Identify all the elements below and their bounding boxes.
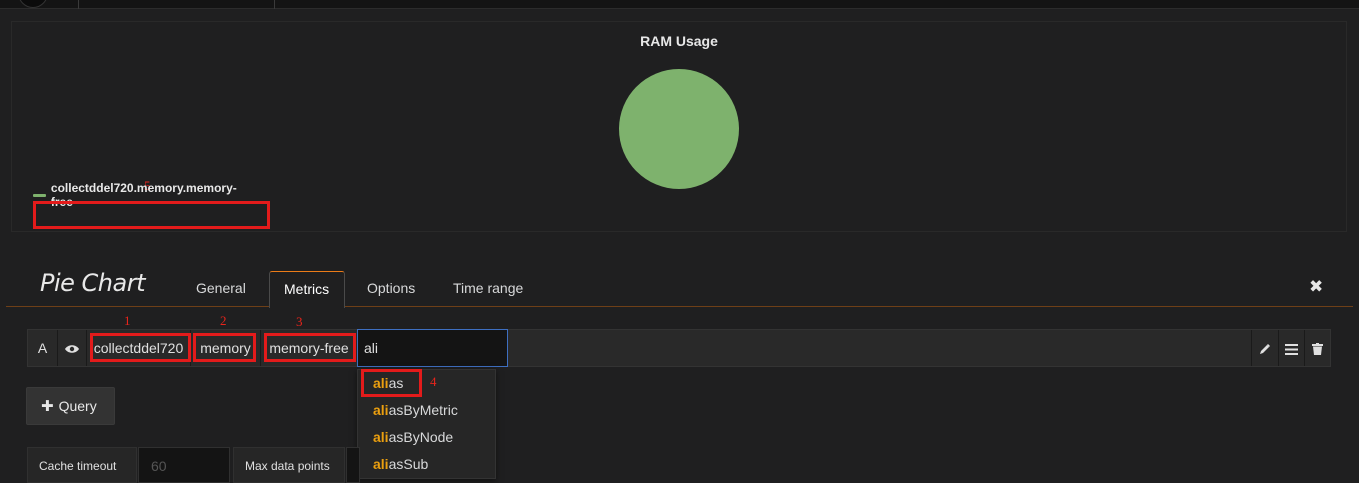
- suggestion-aliassub[interactable]: aliasSub: [373, 456, 428, 472]
- editor-title: Pie Chart: [40, 269, 146, 297]
- suggestion-aliasbymetric[interactable]: aliasByMetric: [373, 402, 458, 418]
- add-query-button[interactable]: ✚ Query: [26, 387, 115, 425]
- query-ref-id[interactable]: A: [28, 330, 58, 366]
- tab-general[interactable]: General: [182, 271, 260, 308]
- function-input[interactable]: ali: [357, 329, 508, 367]
- top-navbar: [0, 0, 1359, 9]
- cache-timeout-input[interactable]: 60: [138, 447, 230, 483]
- navbar-divider: [78, 0, 79, 9]
- annotation-3: 3: [296, 314, 303, 329]
- suggestion-aliasbynode[interactable]: aliasByNode: [373, 429, 453, 445]
- panel-title[interactable]: RAM Usage: [12, 33, 1346, 49]
- annotation-box-1: [90, 333, 191, 362]
- tab-metrics[interactable]: Metrics: [269, 271, 345, 308]
- eye-icon[interactable]: [58, 330, 87, 366]
- navbar-divider: [274, 0, 275, 9]
- annotation-box-3: [264, 333, 356, 362]
- annotation-box-4: [361, 369, 422, 397]
- close-icon[interactable]: ✖: [1309, 277, 1323, 297]
- legend-color-swatch: [33, 193, 46, 197]
- plus-icon: ✚: [41, 398, 54, 415]
- max-data-points-label: Max data points: [233, 447, 345, 483]
- tab-options[interactable]: Options: [353, 271, 429, 308]
- annotation-box-2: [193, 333, 256, 362]
- max-data-points-input[interactable]: [346, 447, 360, 483]
- annotation-4: 4: [430, 374, 437, 389]
- trash-icon[interactable]: [1304, 330, 1330, 366]
- annotation-1: 1: [124, 313, 131, 328]
- pie-chart: [619, 69, 739, 189]
- editor-header: Pie Chart General Metrics Options Time r…: [6, 262, 1353, 308]
- menu-icon[interactable]: [1278, 330, 1304, 366]
- cache-timeout-label: Cache timeout: [27, 447, 137, 483]
- pie-slice: [619, 69, 739, 189]
- annotation-2: 2: [220, 313, 227, 328]
- grafana-logo-icon[interactable]: [18, 0, 48, 8]
- annotation-box-5: [33, 201, 270, 229]
- tab-time-range[interactable]: Time range: [439, 271, 537, 308]
- pencil-icon[interactable]: [1251, 330, 1277, 366]
